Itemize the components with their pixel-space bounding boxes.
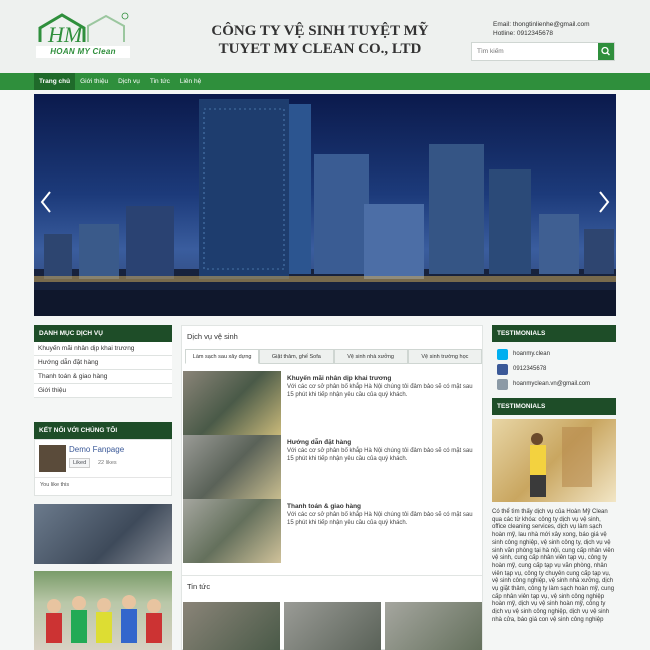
service-tabs: Làm sạch sau xây dựng Giặt thảm, ghế Sof… <box>185 349 482 364</box>
right-sidebar: TESTIMONIALS <box>492 325 616 342</box>
mail-icon <box>497 378 508 390</box>
you-like-text: You like this <box>40 482 70 488</box>
connect-box: KẾT NỐI VỚI CHÚNG TÔI <box>34 422 172 439</box>
nav-contact[interactable]: Liên hệ <box>175 73 206 90</box>
header-email: Email: thongtinlienhe@gmail.com <box>493 21 590 28</box>
testimonials-box: TESTIMONIALS <box>492 398 616 415</box>
divider <box>35 477 171 478</box>
post-image[interactable] <box>183 499 281 563</box>
post-title[interactable]: Hướng dẫn đặt hàng <box>287 439 351 446</box>
tab-school[interactable]: Vệ sinh trường học <box>407 349 482 364</box>
tab-carpet-sofa[interactable]: Giặt thảm, ghế Sofa <box>259 349 334 364</box>
logo[interactable]: HM HOAN MY Clean <box>36 12 130 58</box>
post-image[interactable] <box>183 435 281 499</box>
cleaner-photo <box>492 419 616 502</box>
news-thumbnail[interactable] <box>183 602 280 650</box>
hero-slider <box>34 94 616 316</box>
service-link[interactable]: Hướng dẫn đặt hàng <box>34 356 172 370</box>
testimonials-title: TESTIMONIALS <box>492 325 616 342</box>
search-box <box>471 42 615 61</box>
post-title[interactable]: Thanh toán & giao hàng <box>287 503 361 510</box>
main-nav: Trang chủ Giới thiệu Dịch vụ Tin tức Liê… <box>0 73 650 90</box>
post-description: Với các cơ sở phân bố khắp Hà Nội chúng … <box>287 384 473 398</box>
nav-services[interactable]: Dịch vụ <box>113 73 145 90</box>
email-contact[interactable]: hoanmyclean.vn@gmail.com <box>497 378 590 390</box>
fanpage-avatar[interactable] <box>39 445 66 472</box>
list-item: Hướng dẫn đặt hàng Với các cơ sở phân bố… <box>183 435 481 499</box>
service-link[interactable]: Thanh toán & giao hàng <box>34 370 172 384</box>
facebook-widget: Demo Fanpage Liked 22 likes You like thi… <box>34 439 172 496</box>
service-link[interactable]: Khuyến mãi nhân dịp khai trương <box>34 342 172 356</box>
city-skyline-image <box>34 99 616 316</box>
logo-text: HOAN MY Clean <box>36 46 130 58</box>
fanpage-name[interactable]: Demo Fanpage <box>69 445 124 454</box>
chevron-right-icon <box>599 191 610 213</box>
news-section-title: Tin tức <box>187 582 211 591</box>
people-image <box>46 595 162 643</box>
testimonials-title-2: TESTIMONIALS <box>492 398 616 415</box>
list-item: Thanh toán & giao hàng Với các cơ sở phâ… <box>183 499 481 563</box>
post-image[interactable] <box>183 371 281 435</box>
news-thumbnail[interactable] <box>284 602 381 650</box>
office-photo <box>34 504 172 564</box>
svg-text:HM: HM <box>47 22 84 46</box>
slider-next-button[interactable] <box>596 190 612 214</box>
chevron-left-icon <box>40 191 51 213</box>
phone-icon <box>497 363 508 375</box>
post-description: Với các cơ sở phân bố khắp Hà Nội chúng … <box>287 448 473 462</box>
tab-factory[interactable]: Vệ sinh nhà xưởng <box>333 349 408 364</box>
house-logo-icon: HM <box>38 12 129 47</box>
slider-prev-button[interactable] <box>38 190 54 214</box>
company-name-vi: CÔNG TY VỆ SINH TUYỆT MỸ <box>211 23 429 39</box>
connect-title: KẾT NỐI VỚI CHÚNG TÔI <box>34 422 172 439</box>
header-hotline: Hotline: 0912345678 <box>493 30 553 37</box>
left-sidebar: DANH MỤC DỊCH VỤ Khuyến mãi nhân dịp kha… <box>34 325 172 398</box>
tab-post-construction[interactable]: Làm sạch sau xây dựng <box>185 349 260 364</box>
cleaner-image <box>530 427 592 497</box>
services-section-title: Dịch vụ vệ sinh <box>187 332 238 341</box>
phone-number: 0912345678 <box>513 366 547 372</box>
services-menu-title: DANH MỤC DỊCH VỤ <box>34 325 172 342</box>
phone-contact[interactable]: 0912345678 <box>497 363 546 375</box>
nav-news[interactable]: Tin tức <box>145 73 175 90</box>
likes-count: 22 likes <box>98 460 117 466</box>
list-item: Khuyến mãi nhân dịp khai trương Với các … <box>183 371 481 435</box>
header-contact: Email: thongtinlienhe@gmail.com Hotline:… <box>493 20 590 38</box>
search-button[interactable] <box>598 43 614 60</box>
nav-about[interactable]: Giới thiệu <box>75 73 113 90</box>
skype-contact[interactable]: hoanmy.clean <box>497 348 550 360</box>
liked-button[interactable]: Liked <box>69 458 91 468</box>
skype-id: hoanmy.clean <box>513 351 550 357</box>
email-address: hoanmyclean.vn@gmail.com <box>513 381 591 387</box>
company-name-en: TUYET MY CLEAN CO., LTD <box>218 41 422 57</box>
company-name: CÔNG TY VỆ SINH TUYỆT MỸ TUYET MY CLEAN … <box>190 22 450 58</box>
site-header: HM HOAN MY Clean CÔNG TY VỆ SINH TUYỆT M… <box>0 0 650 73</box>
group-photo <box>34 571 172 650</box>
post-description: Với các cơ sở phân bố khắp Hà Nội chúng … <box>287 512 473 526</box>
search-input[interactable] <box>472 43 600 60</box>
skype-icon <box>497 348 508 360</box>
nav-home[interactable]: Trang chủ <box>34 73 76 90</box>
testimonial-text: Có thể tìm thấy dịch vụ của Hoàn Mỹ Clea… <box>492 509 615 623</box>
search-icon <box>601 46 610 56</box>
service-link[interactable]: Giới thiệu <box>34 384 172 398</box>
post-title[interactable]: Khuyến mãi nhân dịp khai trương <box>287 375 391 382</box>
news-thumbnail[interactable] <box>385 602 482 650</box>
